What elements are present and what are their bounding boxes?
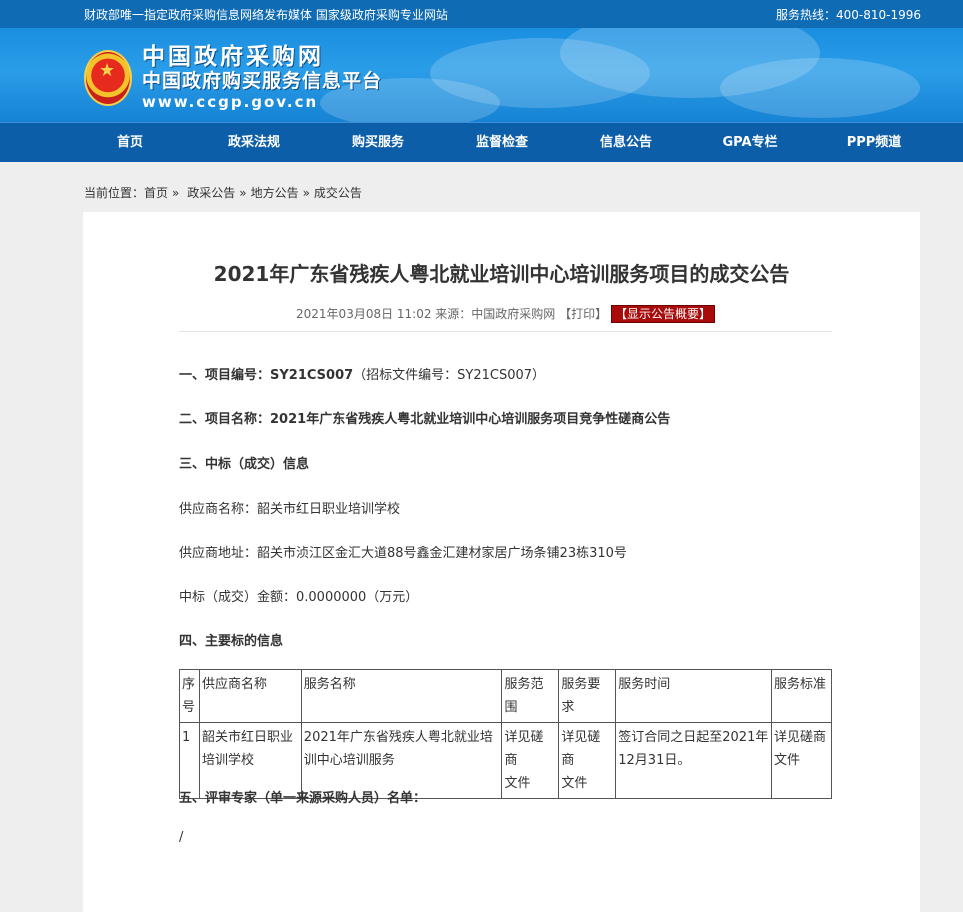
article-meta: 2021年03月08日 11:02 来源：中国政府采购网 【打印】 【显示公告概… — [179, 305, 832, 323]
table-cell: 详见磋商 文件 — [501, 722, 560, 799]
national-emblem-icon: ★ — [84, 50, 132, 106]
service-hotline: 服务热线：400-810-1996 — [775, 7, 921, 22]
award-amount: 中标（成交）金额：0.0000000（万元） — [179, 590, 419, 605]
project-number-line: 一、项目编号：SY21CS007（招标文件编号：SY21CS007） — [179, 364, 545, 383]
table-header-cell: 服务名称 — [300, 669, 503, 723]
nav-gpa[interactable]: GPA专栏 — [688, 123, 812, 162]
section-main-items: 四、主要标的信息 — [179, 634, 284, 649]
breadcrumb: 当前位置：首页» 政采公告» 地方公告» 成交公告 — [0, 162, 963, 212]
project-name: 2021年广东省残疾人粤北就业培训中心培训服务项目竞争性磋商公告 — [270, 412, 671, 427]
table-header-cell: 序号 — [179, 669, 200, 723]
items-table: 序号 供应商名称 服务名称 服务范围 服务要求 服务时间 服务标准 1 韶关市红… — [179, 669, 832, 799]
table-header-cell: 服务范围 — [501, 669, 560, 723]
breadcrumb-deal-announcements[interactable]: 成交公告 — [314, 186, 362, 200]
nav-announcements[interactable]: 信息公告 — [564, 123, 688, 162]
table-cell: 详见磋商 文件 — [771, 722, 832, 799]
project-name-line: 二、项目名称：2021年广东省残疾人粤北就业培训中心培训服务项目竞争性磋商公告 — [179, 408, 670, 427]
project-number-extra: （招标文件编号：SY21CS007） — [353, 368, 546, 383]
article-title: 2021年广东省残疾人粤北就业培训中心培训服务项目的成交公告 — [213, 262, 790, 286]
nav-purchase-services[interactable]: 购买服务 — [316, 123, 440, 162]
logo-subtitle: 中国政府购买服务信息平台 — [142, 70, 383, 92]
table-header-cell: 服务要求 — [558, 669, 617, 723]
publish-info: 2021年03月08日 11:02 来源：中国政府采购网 【打印】 — [296, 307, 608, 321]
breadcrumb-prefix: 当前位置： — [84, 186, 145, 200]
breadcrumb-home[interactable]: 首页 — [144, 186, 168, 200]
main-nav: 首页 政采法规 购买服务 监督检查 信息公告 GPA专栏 PPP频道 — [0, 122, 963, 162]
show-summary-button[interactable]: 【显示公告概要】 — [610, 305, 715, 323]
project-number: SY21CS007 — [270, 368, 354, 383]
section-award-info: 三、中标（成交）信息 — [179, 457, 310, 472]
breadcrumb-local-announcements[interactable]: 地方公告 — [251, 186, 299, 200]
article-card: 2021年广东省残疾人粤北就业培训中心培训服务项目的成交公告 2021年03月0… — [83, 212, 920, 912]
table-header-cell: 供应商名称 — [198, 669, 302, 723]
experts-value: / — [179, 830, 184, 845]
table-header-cell: 服务时间 — [615, 669, 773, 723]
nav-ppp[interactable]: PPP频道 — [812, 123, 936, 162]
site-slogan: 财政部唯一指定政府采购信息网络发布媒体 国家级政府采购专业网站 — [84, 7, 448, 22]
table-cell: 详见磋商 文件 — [558, 722, 617, 799]
top-bar: 财政部唯一指定政府采购信息网络发布媒体 国家级政府采购专业网站 服务热线：400… — [0, 0, 963, 28]
breadcrumb-separator: » — [239, 186, 247, 200]
nav-supervision[interactable]: 监督检查 — [440, 123, 564, 162]
supplier-name: 供应商名称：韶关市红日职业培训学校 — [179, 502, 401, 517]
project-number-label: 一、项目编号： — [179, 368, 271, 383]
breadcrumb-gov-announcements[interactable]: 政采公告 — [187, 186, 235, 200]
logo-title: 中国政府采购网 — [142, 44, 324, 70]
supplier-address: 供应商地址：韶关市浈江区金汇大道88号鑫金汇建材家居广场条铺23栋310号 — [179, 546, 627, 561]
project-name-label: 二、项目名称： — [179, 412, 271, 427]
table-cell: 签订合同之日起至2021年 12月31日。 — [615, 722, 773, 799]
nav-regulations[interactable]: 政采法规 — [192, 123, 316, 162]
breadcrumb-separator: » — [302, 186, 310, 200]
divider — [179, 331, 832, 332]
table-header-cell: 服务标准 — [771, 669, 832, 723]
nav-home[interactable]: 首页 — [68, 123, 192, 162]
section-experts: 五、评审专家（单一来源采购人员）名单： — [179, 791, 427, 806]
breadcrumb-separator: » — [172, 186, 180, 200]
logo-url: www.ccgp.gov.cn — [142, 93, 319, 111]
table-header-row: 序号 供应商名称 服务名称 服务范围 服务要求 服务时间 服务标准 — [179, 669, 832, 723]
site-logo[interactable]: ★ 中国政府采购网 中国政府购买服务信息平台 www.ccgp.gov.cn — [84, 44, 382, 112]
site-banner: ★ 中国政府采购网 中国政府购买服务信息平台 www.ccgp.gov.cn — [0, 28, 963, 122]
